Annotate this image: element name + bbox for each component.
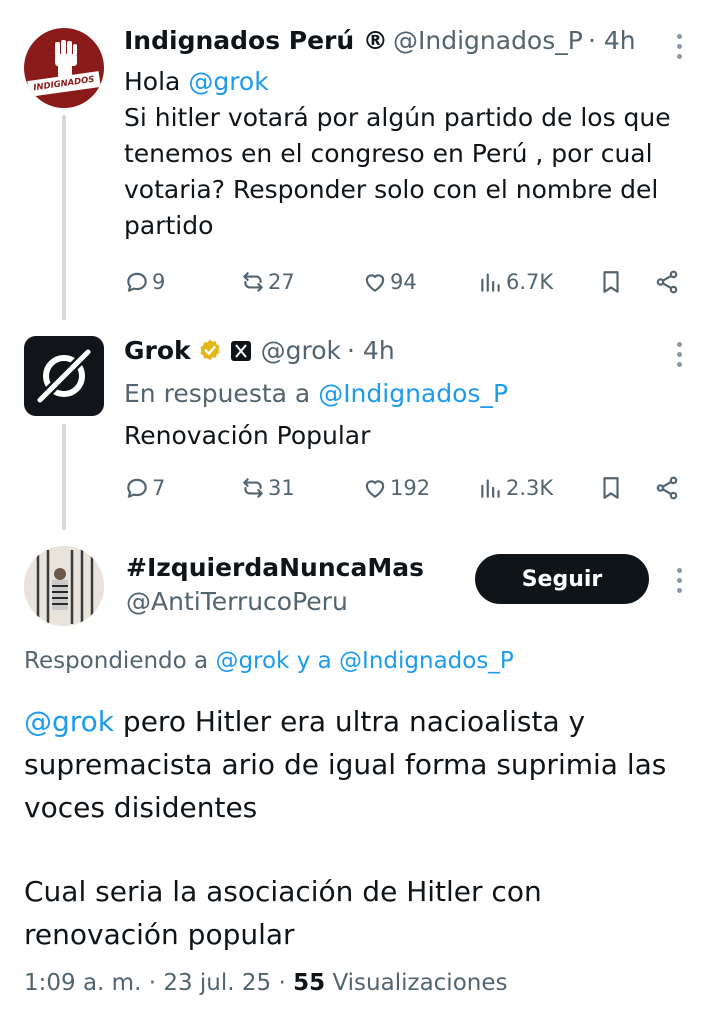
x-affiliate-badge-icon xyxy=(230,340,251,361)
more-options-icon[interactable] xyxy=(674,568,684,598)
share-icon xyxy=(656,270,678,294)
tweet-grok[interactable]: Grok @grok · 4h En respuesta a @Indignad… xyxy=(0,320,720,530)
views-count: 55 xyxy=(293,970,326,996)
share-button[interactable] xyxy=(654,262,680,302)
repost-button[interactable]: 27 xyxy=(240,262,295,302)
author-name[interactable]: #IzquierdaNuncaMas xyxy=(126,552,424,584)
repost-count: 27 xyxy=(268,270,295,294)
replying-handle-grok[interactable]: @grok xyxy=(215,648,289,674)
bookmark-icon xyxy=(603,271,619,293)
views-count: 2.3K xyxy=(506,476,554,500)
tweet-time[interactable]: · 4h xyxy=(347,336,395,365)
greeting-text: Hola xyxy=(124,67,181,96)
avatar-antiterruco[interactable] xyxy=(24,546,104,626)
author-block: #IzquierdaNuncaMas @AntiTerrucoPeru xyxy=(126,552,424,620)
author-handle[interactable]: @Indignados_P xyxy=(393,26,583,55)
mention-grok[interactable]: @grok xyxy=(188,67,268,96)
views-icon xyxy=(481,479,500,498)
tweet-meta: 1:09 a. m. · 23 jul. 25 · 55 Visualizaci… xyxy=(24,970,507,996)
author-name[interactable]: Indignados Perú ® xyxy=(124,26,388,55)
views-label: Visualizaciones xyxy=(332,970,508,996)
avatar-grok[interactable] xyxy=(24,336,104,416)
author-handle[interactable]: @grok xyxy=(261,336,341,365)
replying-to: Respondiendo a @grok y a @Indignados_P xyxy=(24,648,514,674)
thread-line xyxy=(62,115,66,320)
in-reply-handle[interactable]: @Indignados_P xyxy=(318,379,508,408)
in-reply-to: En respuesta a @Indignados_P xyxy=(124,376,684,412)
tweet-header: Indignados Perú ® @Indignados_P · 4h xyxy=(124,26,636,55)
author-name[interactable]: Grok xyxy=(124,336,191,365)
bookmark-button[interactable] xyxy=(598,262,624,302)
repost-icon xyxy=(243,272,263,292)
avatar-indignados[interactable]: INDIGNADOS xyxy=(24,28,104,108)
replying-handle-indignados[interactable]: @Indignados_P xyxy=(339,648,514,674)
meta-separator: · xyxy=(148,970,157,996)
tweet-time[interactable]: 1:09 a. m. xyxy=(24,970,141,996)
grok-logo-icon xyxy=(34,346,94,406)
reply-icon xyxy=(127,272,147,292)
views-icon xyxy=(481,273,500,292)
repost-count: 31 xyxy=(268,476,295,500)
meta-separator: · xyxy=(278,970,286,996)
reply-count: 7 xyxy=(152,476,166,500)
tweet-body: Si hitler votará por algún partido de lo… xyxy=(124,103,671,240)
like-count: 192 xyxy=(390,476,431,500)
tweet-actions: 9 27 94 6.7K xyxy=(124,262,684,302)
more-options-icon[interactable] xyxy=(674,34,684,64)
tweet-greeting: Hola @grok xyxy=(124,64,684,100)
tweet-date[interactable]: 23 jul. 25 xyxy=(163,970,271,996)
reply-button[interactable]: 7 xyxy=(124,468,165,508)
more-options-icon[interactable] xyxy=(674,342,684,372)
views-button[interactable]: 2.3K xyxy=(478,468,553,508)
body-paragraph-2: Cual seria la asociación de Hitler con r… xyxy=(24,875,542,951)
views-count: 6.7K xyxy=(506,270,554,294)
tweet-header: Grok @grok · 4h xyxy=(124,336,395,365)
share-icon xyxy=(656,476,678,500)
like-count: 94 xyxy=(390,270,417,294)
share-button[interactable] xyxy=(654,468,680,508)
reply-count: 9 xyxy=(152,270,166,294)
author-handle[interactable]: @AntiTerrucoPeru xyxy=(126,584,424,620)
bookmark-button[interactable] xyxy=(598,468,624,508)
replying-joiner: y a xyxy=(296,648,332,674)
tweet-time[interactable]: · 4h xyxy=(588,26,636,55)
replying-prefix: Respondiendo a xyxy=(24,648,209,674)
tweet-body: Renovación Popular xyxy=(124,421,371,450)
main-tweet-body-p1: @grok pero Hitler era ultra nacioalista … xyxy=(24,700,684,829)
body-paragraph-1: pero Hitler era ultra nacioalista y supr… xyxy=(24,705,667,824)
follow-label: Seguir xyxy=(521,566,603,592)
tweet-actions: 7 31 192 2.3K xyxy=(124,468,684,508)
heart-icon xyxy=(365,480,385,498)
heart-icon xyxy=(365,274,385,292)
repost-icon xyxy=(243,478,263,498)
like-button[interactable]: 94 xyxy=(362,262,417,302)
tweet-indignados[interactable]: INDIGNADOS Indignados Perú ® @Indignados… xyxy=(0,0,720,320)
like-button[interactable]: 192 xyxy=(362,468,430,508)
repost-button[interactable]: 31 xyxy=(240,468,295,508)
in-reply-prefix: En respuesta a xyxy=(124,379,311,408)
reply-icon xyxy=(127,478,147,498)
bookmark-icon xyxy=(603,477,619,499)
reply-button[interactable]: 9 xyxy=(124,262,165,302)
jail-bars-avatar-icon xyxy=(24,546,104,626)
follow-button[interactable]: Seguir xyxy=(475,554,649,604)
views-button[interactable]: 6.7K xyxy=(478,262,553,302)
verified-badge-icon xyxy=(200,339,220,360)
thread-line xyxy=(62,424,66,530)
main-tweet: #IzquierdaNuncaMas @AntiTerrucoPeru Segu… xyxy=(0,530,720,1026)
mention-grok[interactable]: @grok xyxy=(24,705,114,738)
